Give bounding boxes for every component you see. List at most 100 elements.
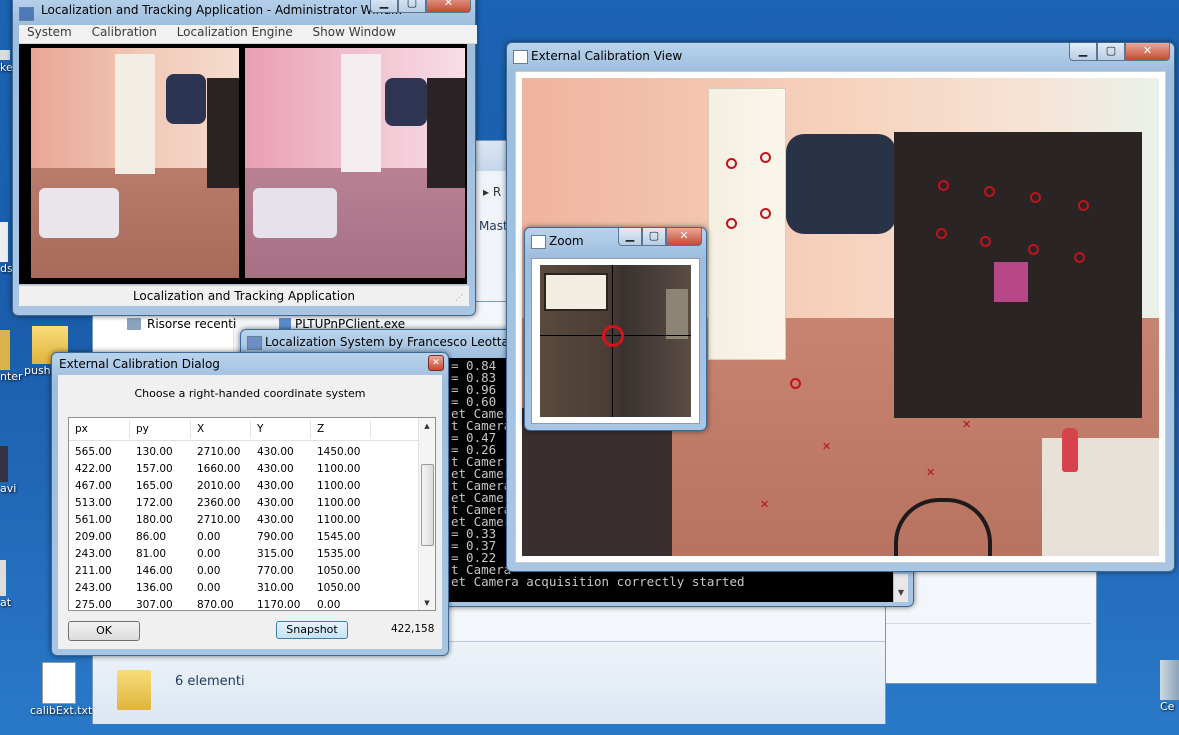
table-cell: 310.00	[257, 581, 294, 594]
recycle-bin-icon	[1160, 660, 1179, 700]
zoom-feature	[544, 273, 608, 311]
camera-view-right	[245, 48, 465, 278]
calibration-marker	[760, 208, 771, 219]
close-button[interactable]: ✕	[666, 228, 702, 246]
table-cell: 870.00	[197, 598, 234, 611]
dialog-body: Choose a right-handed coordinate system …	[58, 375, 442, 649]
document-icon	[0, 222, 8, 262]
shelf	[427, 78, 465, 188]
column-header-px[interactable]: px	[75, 423, 88, 435]
zoom-window[interactable]: Zoom ▁ ▢ ✕	[524, 227, 707, 431]
table-row[interactable]: 467.00 165.00 2010.00 430.00 1100.00	[69, 477, 371, 494]
menu-localization-engine[interactable]: Localization Engine	[177, 25, 293, 39]
resize-grip-icon[interactable]: ⋰	[455, 293, 465, 303]
close-button[interactable]: ✕	[1125, 43, 1170, 61]
ok-button[interactable]: OK	[68, 621, 140, 641]
table-cell: 2710.00	[197, 513, 241, 526]
table-row[interactable]: 209.00 86.00 0.00 790.00 1545.00	[69, 528, 371, 545]
door	[708, 88, 786, 360]
scroll-thumb[interactable]	[421, 464, 434, 546]
column-header-py[interactable]: py	[136, 423, 149, 435]
table-cell: 430.00	[257, 479, 294, 492]
door	[341, 54, 381, 172]
maximize-button[interactable]: ▢	[1097, 43, 1125, 61]
floor-cross-marker: ✕	[962, 418, 972, 431]
table-cell: 211.00	[75, 564, 112, 577]
table-cell: 1100.00	[317, 513, 361, 526]
desktop-icon-ds[interactable]: ds	[0, 222, 13, 275]
close-button[interactable]: ✕	[428, 355, 444, 371]
table-cell: 770.00	[257, 564, 294, 577]
column-header-y[interactable]: Y	[257, 423, 263, 435]
scroll-up-icon[interactable]: ▲	[419, 422, 435, 430]
desktop-icon-label: Ce	[1160, 700, 1175, 713]
calibration-marker	[790, 378, 801, 389]
table-scrollbar[interactable]: ▲ ▼	[418, 418, 435, 610]
window-title: Localization System by Francesco Leotta …	[265, 335, 536, 349]
snapshot-button[interactable]: Snapshot	[276, 621, 348, 639]
desktop-icon-avi[interactable]: avi	[0, 446, 16, 495]
recent-places-icon	[127, 318, 141, 330]
desktop-icon-label: ds	[0, 262, 13, 275]
table-row[interactable]: 243.00 81.00 0.00 315.00 1535.00	[69, 545, 371, 562]
nav-item-recent[interactable]: Risorse recenti	[127, 317, 236, 331]
column-divider	[310, 420, 311, 438]
menu-calibration[interactable]: Calibration	[92, 25, 157, 39]
points-table[interactable]: px py X Y Z 565.00 130.00 2710.00 430.00 145…	[68, 417, 436, 611]
folder-icon	[117, 670, 151, 710]
scroll-down-icon[interactable]: ▼	[419, 599, 435, 607]
calibration-dialog[interactable]: External Calibration Dialog ✕ Choose a r…	[51, 352, 449, 656]
table-cell: 467.00	[75, 479, 112, 492]
table-cell: 2010.00	[197, 479, 241, 492]
zoom-feature	[666, 289, 688, 339]
text-file-icon	[42, 662, 76, 704]
table-row[interactable]: 275.00 307.00 870.00 1170.00 0.00	[69, 596, 371, 611]
close-button[interactable]: ✕	[426, 0, 471, 13]
desktop-icon-label: push	[24, 364, 51, 377]
calibration-marker	[980, 236, 991, 247]
table-row[interactable]: 422.00 157.00 1660.00 430.00 1100.00	[69, 460, 371, 477]
table-row[interactable]: 565.00 130.00 2710.00 430.00 1450.00	[69, 443, 371, 460]
desktop-icon-nter[interactable]: nter	[0, 330, 23, 383]
coats	[385, 78, 427, 126]
minimize-button[interactable]: ▁	[1069, 43, 1097, 61]
maximize-button[interactable]: ▢	[398, 0, 426, 13]
calibration-marker	[984, 186, 995, 197]
divider	[886, 623, 1091, 624]
desktop-icon-label: avi	[0, 482, 17, 495]
menu-system[interactable]: System	[27, 25, 72, 39]
column-header-z[interactable]: Z	[317, 423, 324, 435]
calibration-marker	[760, 152, 771, 163]
console-scrollbar[interactable]: ▼	[893, 574, 908, 602]
column-header-x[interactable]: X	[197, 423, 204, 435]
table-rows: 565.00 130.00 2710.00 430.00 1450.00 422.00 15…	[69, 443, 371, 611]
table-cell: 307.00	[136, 598, 173, 611]
minimize-button[interactable]: ▁	[618, 228, 642, 246]
table-row[interactable]: 561.00 180.00 2710.00 430.00 1100.00	[69, 511, 371, 528]
menu-bar: System Calibration Localization Engine S…	[19, 25, 477, 44]
desktop-icon-calibext[interactable]: calibExt.txt	[30, 662, 92, 717]
instruction-text: Choose a right-handed coordinate system	[134, 387, 366, 400]
window-controls: ▁ ▢ ✕	[370, 0, 471, 13]
coats	[166, 74, 206, 124]
table-cell: 86.00	[136, 530, 167, 543]
console-line: et Camera acquisition correctly started	[451, 574, 745, 589]
calibration-marker	[726, 218, 737, 229]
maximize-button[interactable]: ▢	[642, 228, 666, 246]
scroll-down-icon[interactable]: ▼	[894, 588, 908, 597]
table-row[interactable]: 243.00 136.00 0.00 310.00 1050.00	[69, 579, 371, 596]
table-body: 565.00 130.00 2710.00 430.00 1450.00 422.00 15…	[69, 443, 371, 611]
target-marker	[602, 325, 624, 347]
table-cell: 315.00	[257, 547, 294, 560]
desktop-icon-at[interactable]: at	[0, 560, 11, 609]
table-row[interactable]: 513.00 172.00 2360.00 430.00 1100.00	[69, 494, 371, 511]
column-divider	[250, 420, 251, 438]
table-cell: 1660.00	[197, 462, 241, 475]
table-header: px py X Y Z	[69, 418, 419, 441]
desktop-icon-recycle-bin[interactable]: Ce	[1160, 660, 1179, 713]
menu-show-window[interactable]: Show Window	[313, 25, 397, 39]
camera-views	[19, 44, 467, 284]
table-row[interactable]: 211.00 146.00 0.00 770.00 1050.00	[69, 562, 371, 579]
minimize-button[interactable]: ▁	[370, 0, 398, 13]
main-window[interactable]: Localization and Tracking Application - …	[12, 0, 477, 316]
